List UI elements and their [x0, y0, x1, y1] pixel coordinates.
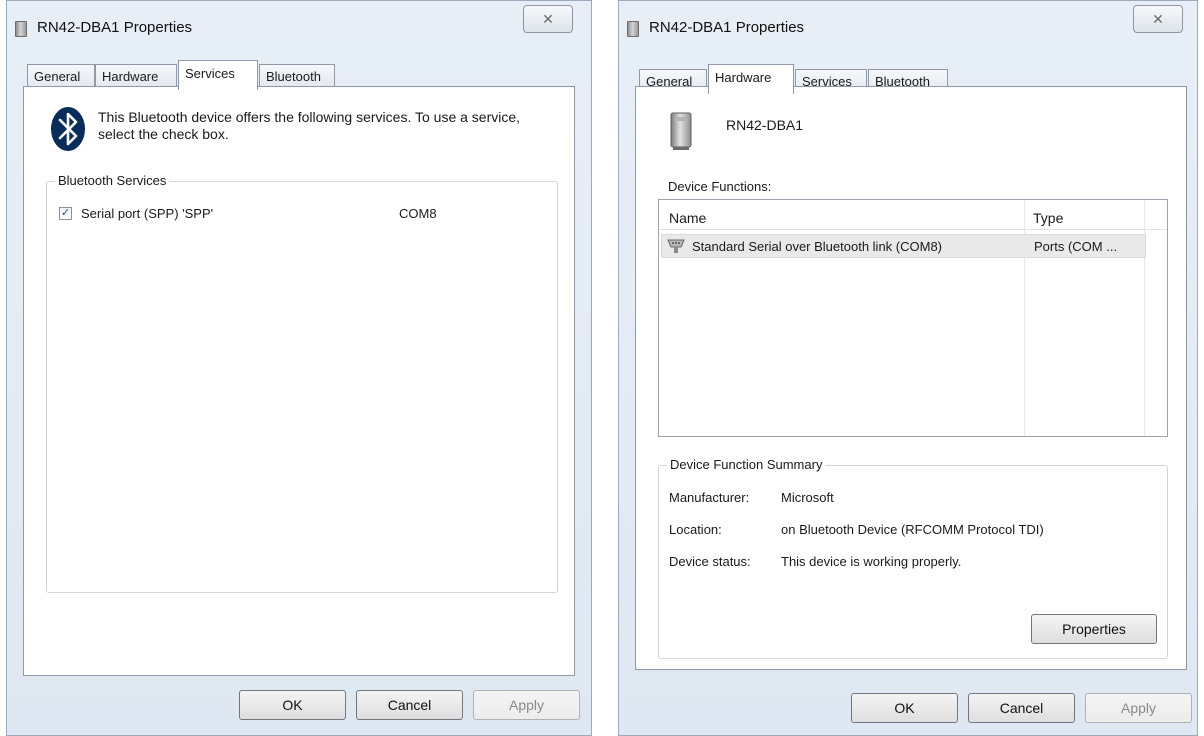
location-label: Location:: [669, 522, 722, 537]
window-title: RN42-DBA1 Properties: [37, 19, 193, 36]
ok-button[interactable]: OK: [851, 693, 958, 723]
intro-text: This Bluetooth device offers the followi…: [98, 109, 521, 142]
row-type: Ports (COM ...: [1034, 239, 1118, 254]
apply-button[interactable]: Apply: [1085, 693, 1192, 723]
port-icon: [667, 239, 685, 253]
device-name: RN42-DBA1: [726, 117, 804, 133]
close-button[interactable]: ✕: [1133, 5, 1183, 33]
hardware-panel: RN42-DBA1 Device Functions: Name Type St…: [635, 86, 1187, 670]
group-label: Bluetooth Services: [55, 173, 170, 188]
bluetooth-services-group: Bluetooth Services ✓ Serial port (SPP) '…: [46, 173, 558, 593]
column-header-name[interactable]: Name: [669, 210, 706, 226]
close-icon: ✕: [1152, 11, 1164, 27]
title-bar: RN42-DBA1 Properties ✕: [7, 1, 591, 59]
group-label: Device Function Summary: [667, 457, 826, 472]
device-status-label: Device status:: [669, 554, 751, 569]
services-panel: This Bluetooth device offers the followi…: [23, 86, 575, 676]
title-bar: RN42-DBA1 Properties ✕: [619, 1, 1197, 59]
list-header: Name Type: [659, 200, 1167, 230]
device-function-summary-group: Device Function Summary Manufacturer: Mi…: [658, 457, 1168, 659]
properties-dialog-hardware: RN42-DBA1 Properties ✕ General Hardware …: [618, 0, 1198, 736]
device-icon: [627, 21, 639, 37]
bluetooth-icon: [51, 107, 85, 151]
column-header-type[interactable]: Type: [1033, 210, 1063, 226]
location-value: on Bluetooth Device (RFCOMM Protocol TDI…: [781, 522, 1044, 537]
ok-button[interactable]: OK: [239, 690, 346, 720]
window-title: RN42-DBA1 Properties: [649, 19, 805, 36]
service-name: Serial port (SPP) 'SPP': [81, 206, 214, 221]
device-functions-label: Device Functions:: [668, 179, 772, 194]
close-icon: ✕: [542, 11, 554, 27]
service-port: COM8: [399, 206, 437, 221]
device-icon: [670, 112, 692, 150]
properties-dialog-services: RN42-DBA1 Properties ✕ General Hardware …: [6, 0, 592, 736]
manufacturer-value: Microsoft: [781, 490, 834, 505]
table-row[interactable]: Standard Serial over Bluetooth link (COM…: [661, 234, 1146, 258]
device-status-value: This device is working properly.: [781, 554, 962, 569]
apply-button[interactable]: Apply: [473, 690, 580, 720]
service-checkbox[interactable]: ✓: [59, 207, 72, 220]
device-functions-list[interactable]: Name Type Standard Serial over Bluetooth…: [658, 199, 1168, 437]
close-button[interactable]: ✕: [523, 5, 573, 33]
device-icon: [15, 21, 27, 37]
manufacturer-label: Manufacturer:: [669, 490, 750, 505]
row-name: Standard Serial over Bluetooth link (COM…: [692, 239, 943, 254]
tab-hardware[interactable]: Hardware: [708, 64, 794, 94]
tab-services[interactable]: Services: [178, 60, 258, 90]
cancel-button[interactable]: Cancel: [968, 693, 1075, 723]
cancel-button[interactable]: Cancel: [356, 690, 463, 720]
service-row[interactable]: ✓ Serial port (SPP) 'SPP' COM8: [59, 204, 539, 224]
properties-button[interactable]: Properties: [1031, 614, 1157, 644]
